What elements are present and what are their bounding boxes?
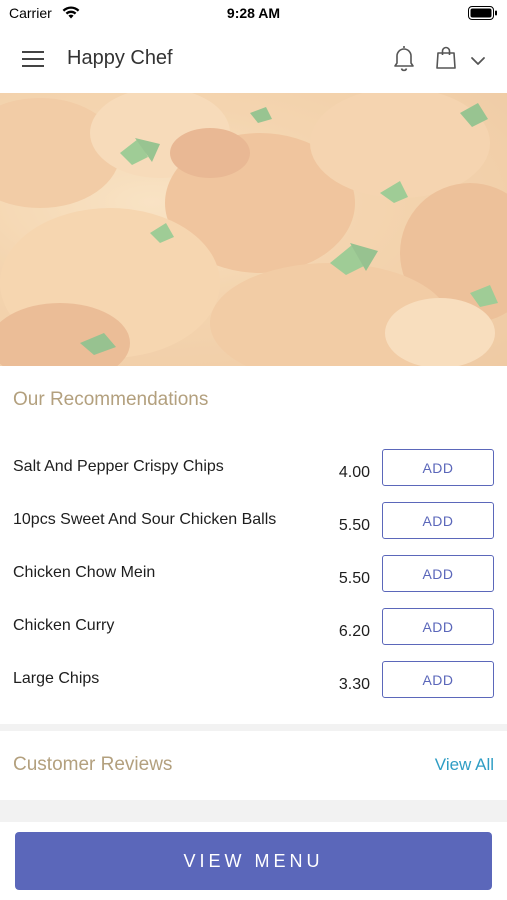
item-name: Chicken Curry — [13, 617, 115, 634]
item-price: 5.50 — [338, 570, 370, 587]
item-price: 4.00 — [338, 464, 370, 481]
add-button[interactable]: ADD — [382, 661, 494, 698]
item-price: 3.30 — [338, 676, 370, 693]
hero-veil — [0, 93, 507, 366]
section-divider — [0, 800, 507, 822]
hero-image — [0, 93, 507, 366]
bell-icon[interactable] — [392, 44, 416, 77]
item-name: Chicken Chow Mein — [13, 564, 156, 581]
reviews-title: Customer Reviews — [13, 754, 173, 775]
menu-item-row: Large Chips 3.30 ADD — [0, 661, 507, 723]
add-button[interactable]: ADD — [382, 502, 494, 539]
chevron-down-icon[interactable] — [470, 53, 486, 71]
hamburger-icon[interactable] — [22, 49, 46, 69]
item-price: 6.20 — [338, 623, 370, 640]
section-divider — [0, 724, 507, 731]
add-button[interactable]: ADD — [382, 449, 494, 486]
shopping-bag-icon[interactable] — [435, 46, 457, 75]
status-time: 9:28 AM — [226, 5, 281, 21]
recommendations-title: Our Recommendations — [13, 389, 209, 410]
add-button[interactable]: ADD — [382, 608, 494, 645]
nav-bar: Happy Chef — [0, 26, 507, 93]
item-name: 10pcs Sweet And Sour Chicken Balls — [13, 511, 277, 528]
view-all-link[interactable]: View All — [435, 755, 494, 775]
page-title: Happy Chef — [67, 47, 173, 69]
status-bar: Carrier 9:28 AM — [0, 0, 507, 26]
item-name: Large Chips — [13, 670, 100, 687]
item-price: 5.50 — [338, 517, 370, 534]
item-name: Salt And Pepper Crispy Chips — [13, 458, 224, 475]
view-menu-button[interactable]: VIEW MENU — [15, 832, 492, 890]
add-button[interactable]: ADD — [382, 555, 494, 592]
battery-icon — [468, 6, 498, 25]
